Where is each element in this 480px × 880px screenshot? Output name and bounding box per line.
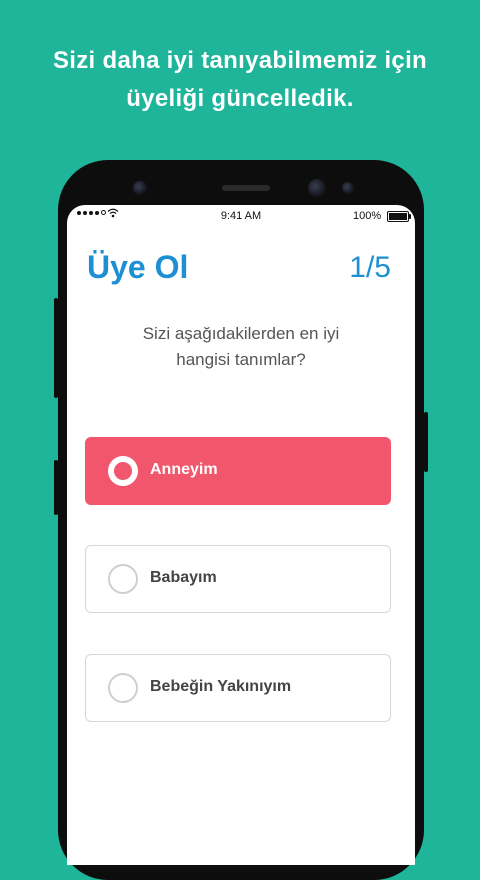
status-bar: 9:41 AM 100% xyxy=(67,205,415,227)
battery-percentage: 100% xyxy=(353,210,382,222)
option-label: Bebeğin Yakınıyım xyxy=(150,678,292,695)
option-label: Babayım xyxy=(150,569,217,586)
option-anneyim[interactable]: Anneyim xyxy=(85,437,391,505)
question-line-2: hangisi tanımlar? xyxy=(176,350,306,369)
option-babayim[interactable]: Babayım xyxy=(85,545,391,613)
question-line-1: Sizi aşağıdakilerden en iyi xyxy=(142,324,340,343)
earpiece-speaker xyxy=(222,185,270,191)
promo-headline: Sizi daha iyi tanıyabilmemiz için üyeliğ… xyxy=(0,42,480,118)
front-camera-icon xyxy=(308,179,326,197)
page-title: Üye Ol xyxy=(87,249,189,285)
option-label: Anneyim xyxy=(150,461,218,478)
headline-line-2: üyeliği güncelledik. xyxy=(126,85,354,112)
front-sensor-icon xyxy=(133,181,147,195)
radio-selected-icon[interactable] xyxy=(108,456,138,486)
option-bebegin-yakiniyim[interactable]: Bebeğin Yakınıyım xyxy=(85,654,391,722)
headline-line-1: Sizi daha iyi tanıyabilmemiz için xyxy=(52,47,427,74)
radio-unselected-icon[interactable] xyxy=(108,673,138,703)
battery-icon xyxy=(387,211,411,222)
phone-screen: 9:41 AM 100% Üye Ol 1/5 Sizi aşağıdakile… xyxy=(67,205,415,865)
step-indicator: 1/5 xyxy=(349,251,391,284)
proximity-sensor-icon xyxy=(342,182,354,194)
power-button xyxy=(424,412,428,472)
question-text: Sizi aşağıdakilerden en iyi hangisi tanı… xyxy=(67,321,415,373)
radio-unselected-icon[interactable] xyxy=(108,564,138,594)
